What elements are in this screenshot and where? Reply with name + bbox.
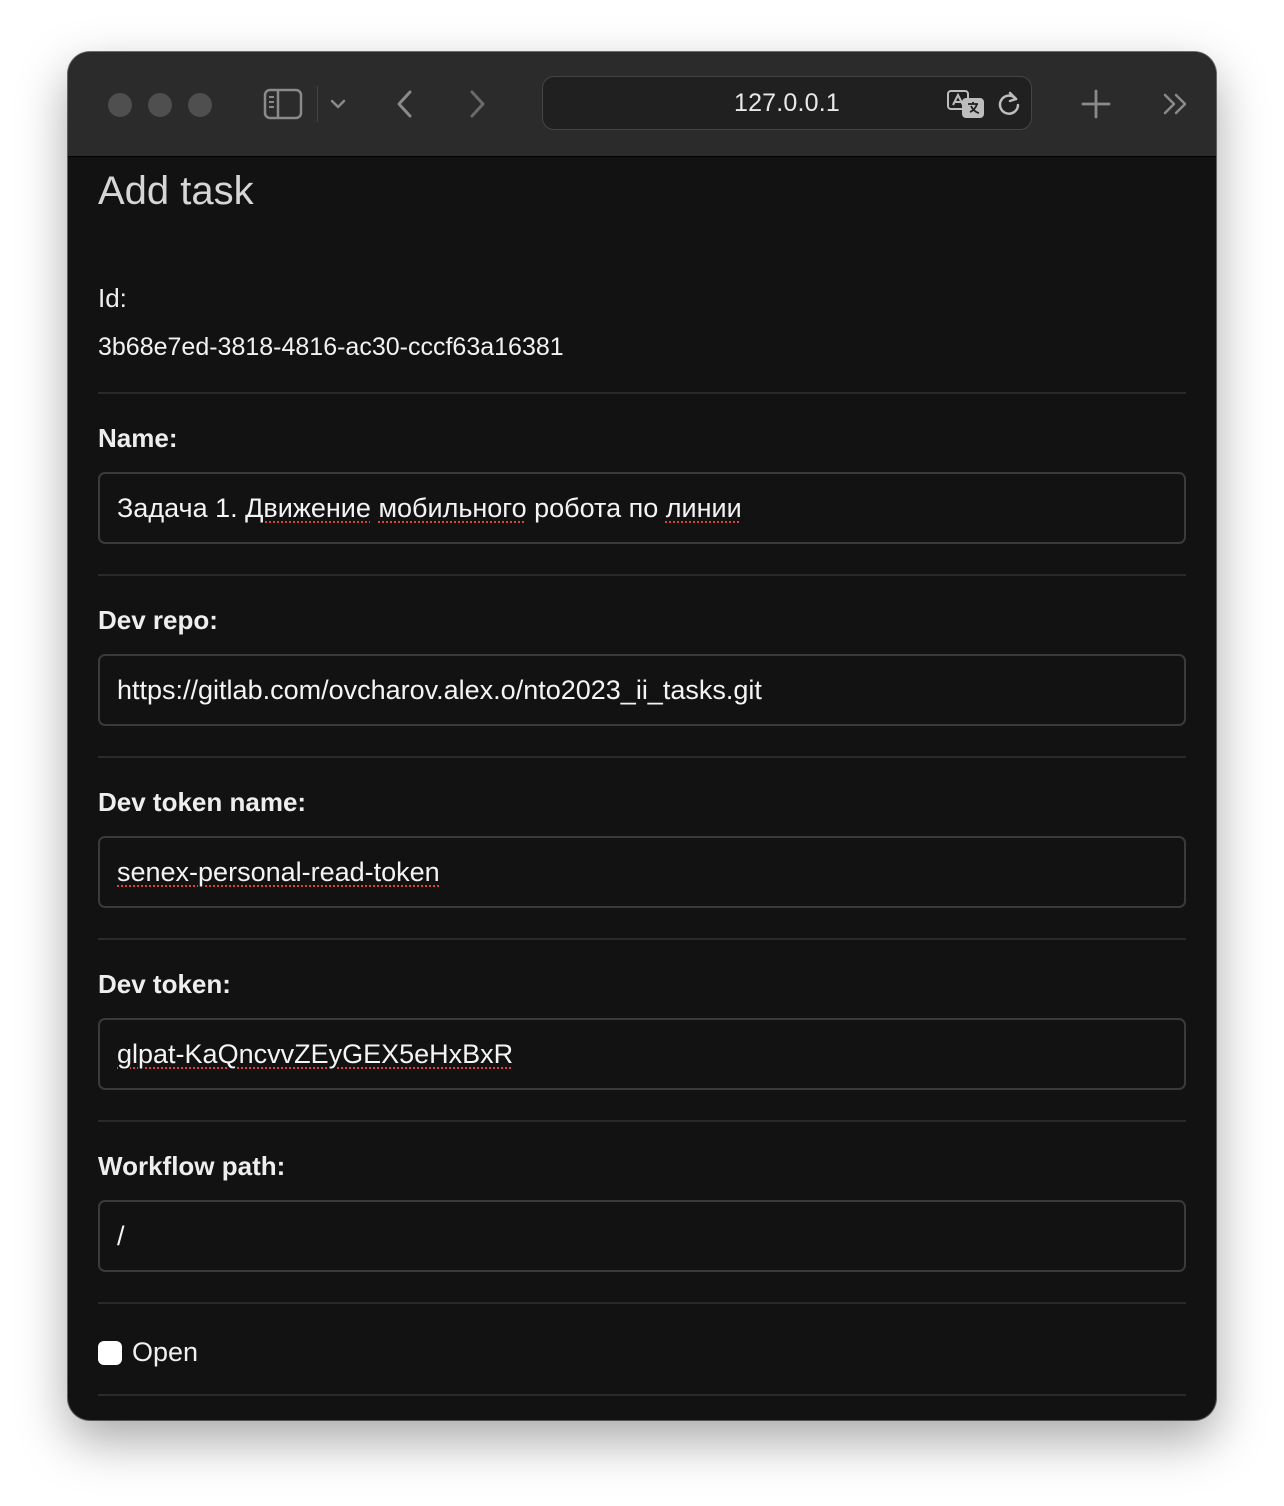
page-title: Add task [98, 169, 254, 213]
sidebar-toggle-icon[interactable] [262, 86, 304, 122]
dev-token-name-label: Dev token name: [98, 787, 307, 817]
translate-icon[interactable] [945, 87, 987, 121]
dev-token-label: Dev token: [98, 969, 231, 999]
divider [98, 1302, 1186, 1304]
name-input-value: Задача 1. Движение мобильного робота по … [117, 492, 742, 523]
id-label: Id: [98, 283, 127, 313]
dev-repo-label: Dev repo: [98, 605, 218, 635]
divider [98, 392, 1186, 394]
workflow-path-input-value: / [117, 1220, 125, 1251]
divider [98, 574, 1186, 576]
browser-toolbar: 127.0.0.1 [68, 52, 1216, 157]
back-icon[interactable] [390, 86, 420, 122]
zoom-window-button[interactable] [188, 93, 212, 117]
open-checkbox-row[interactable]: Open [98, 1337, 198, 1368]
dev-repo-input[interactable]: https://gitlab.com/ovcharov.alex.o/nto20… [98, 654, 1186, 726]
dev-token-input[interactable]: glpat-KaQncvvZEyGEX5eHxBxR [98, 1018, 1186, 1090]
name-input[interactable]: Задача 1. Движение мобильного робота по … [98, 472, 1186, 544]
name-label: Name: [98, 423, 178, 453]
toolbar-separator [317, 86, 318, 122]
new-tab-icon[interactable] [1078, 86, 1114, 122]
workflow-path-label: Workflow path: [98, 1151, 286, 1181]
close-window-button[interactable] [108, 93, 132, 117]
dev-token-input-value: glpat-KaQncvvZEyGEX5eHxBxR [117, 1038, 514, 1069]
minimize-window-button[interactable] [148, 93, 172, 117]
divider [98, 938, 1186, 940]
workflow-path-input[interactable]: / [98, 1200, 1186, 1272]
open-checkbox-label[interactable]: Open [132, 1337, 198, 1368]
reload-icon[interactable] [993, 88, 1025, 120]
forward-icon[interactable] [462, 86, 492, 122]
divider [98, 756, 1186, 758]
browser-window: 127.0.0.1 Add task Id: 3b68e7ed-3818-481… [68, 52, 1216, 1420]
id-value: 3b68e7ed-3818-4816-ac30-cccf63a16381 [98, 333, 564, 361]
more-tabs-icon[interactable] [1158, 88, 1194, 120]
chevron-down-icon[interactable] [326, 92, 350, 116]
dev-token-name-input[interactable]: senex-personal-read-token [98, 836, 1186, 908]
dev-token-name-input-value: senex-personal-read-token [117, 856, 440, 887]
open-checkbox[interactable] [98, 1340, 122, 1365]
address-bar[interactable]: 127.0.0.1 [542, 76, 1032, 130]
divider [98, 1120, 1186, 1122]
dev-repo-input-value: https://gitlab.com/ovcharov.alex.o/nto20… [117, 674, 762, 705]
divider [98, 1394, 1186, 1396]
